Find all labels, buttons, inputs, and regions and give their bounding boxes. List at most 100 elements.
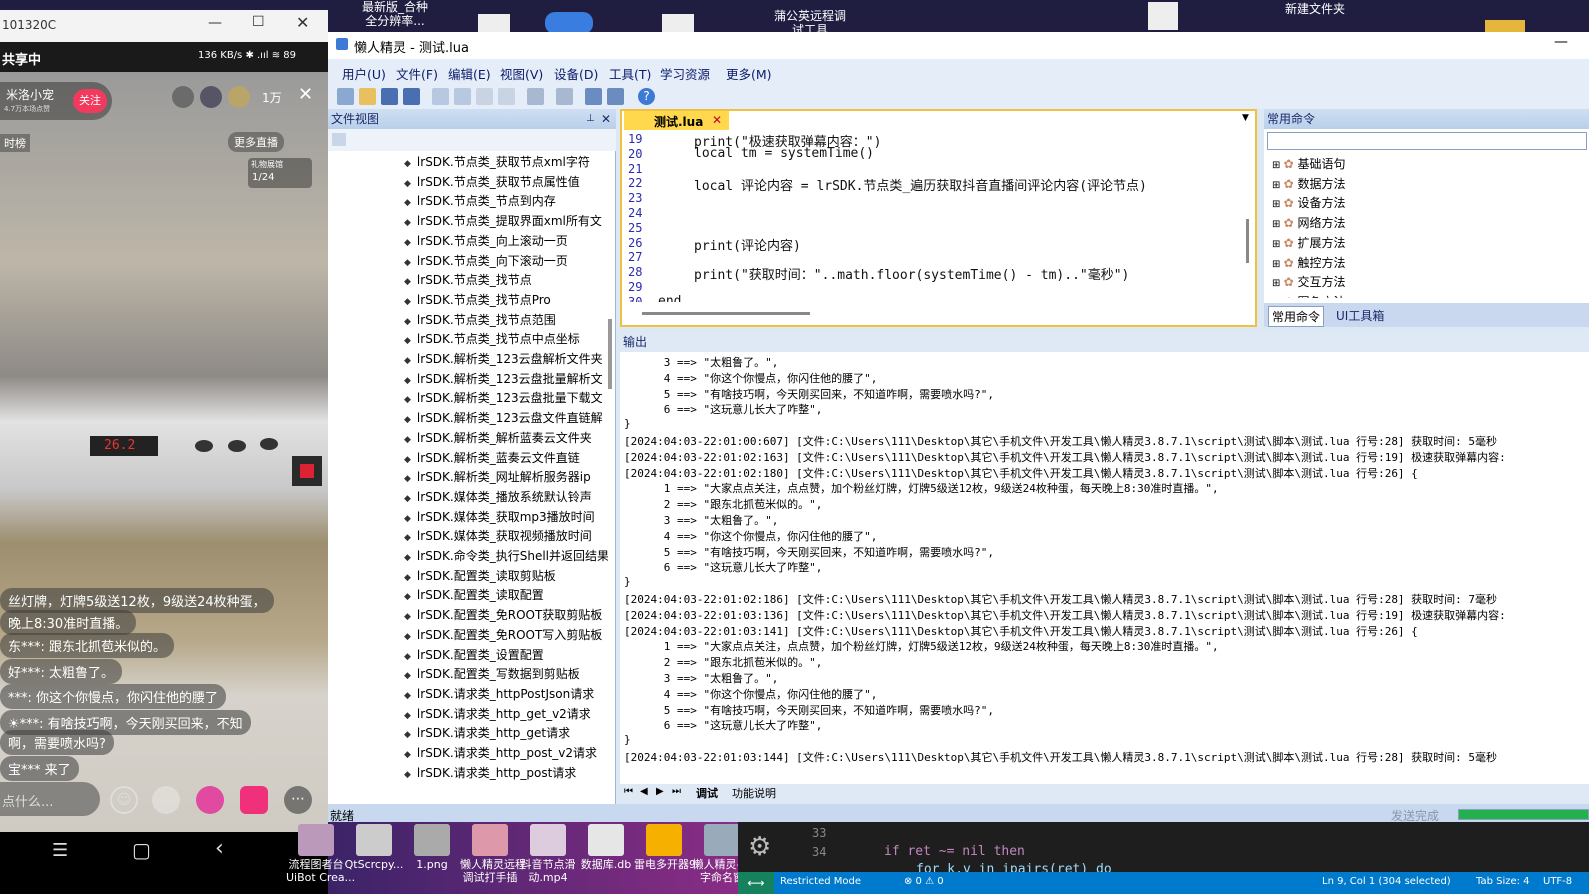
tree-item[interactable]: lrSDK.解析类_解析蓝奏云文件夹 (404, 429, 592, 446)
file-icon[interactable] (662, 14, 694, 34)
editor-scrollbar[interactable] (1246, 219, 1249, 263)
tab-common-commands[interactable]: 常用命令 (1268, 306, 1325, 327)
properties-icon[interactable] (332, 133, 346, 146)
desktop-file-icon[interactable]: QtScrcpy... (344, 822, 404, 871)
more-icon[interactable]: ⋯ (284, 786, 312, 814)
tree-scrollbar[interactable] (608, 319, 612, 389)
menu-user[interactable]: 用户(U) (342, 64, 386, 83)
live-video[interactable]: 米洛小宠 4.7万本场点赞 关注 1万 ✕ 时榜 更多直播 礼物展馆 1/24 … (0, 72, 328, 832)
tree-item[interactable]: lrSDK.配置类_写数据到剪贴板 (404, 665, 580, 682)
remote-icon[interactable]: ⟷ (738, 872, 774, 894)
tree-item[interactable]: lrSDK.解析类_123云盘批量下载文 (404, 389, 603, 406)
viewer-avatar[interactable] (228, 86, 250, 108)
command-category[interactable]: ⊞ ✿ 网络方法 (1272, 214, 1345, 231)
tree-item[interactable]: lrSDK.解析类_123云盘文件直链解 (404, 409, 603, 426)
menu-more[interactable]: 更多(M) (726, 64, 772, 83)
tree-item[interactable]: lrSDK.节点类_向上滚动一页 (404, 232, 568, 249)
tree-item[interactable]: lrSDK.请求类_http_post请求 (404, 764, 576, 781)
encoding[interactable]: UTF-8 (1543, 876, 1572, 887)
code-area[interactable]: 19 print("极速获取弹幕内容：") 20 local tm = systemT… (622, 132, 1242, 302)
editor-hscrollbar[interactable] (642, 312, 810, 315)
problems-count[interactable]: ⊗ 0 ⚠ 0 (904, 876, 944, 887)
paste-icon[interactable] (527, 88, 544, 105)
settings-gear-icon[interactable]: ⚙ (748, 832, 771, 862)
camera-icon[interactable] (607, 88, 624, 105)
nav-next-icon[interactable]: ▶ (656, 786, 664, 797)
tree-item[interactable]: lrSDK.命令类_执行Shell并返回结果 (404, 547, 608, 564)
rank-tag[interactable]: 时榜 (0, 134, 30, 152)
tree-item[interactable]: lrSDK.媒体类_播放系统默认铃声 (404, 488, 592, 505)
code-editor[interactable]: 19 print("极速获取弹幕内容：") 20 local tm = systemT… (620, 109, 1257, 327)
tree-item[interactable]: lrSDK.配置类_设置配置 (404, 646, 544, 663)
tree-item[interactable]: lrSDK.节点类_获取节点属性值 (404, 173, 580, 190)
emoji-icon[interactable]: ☺ (110, 786, 138, 814)
code-line[interactable]: print("获取时间："..math.floor(systemTime() -… (694, 264, 1129, 283)
tree-item[interactable]: lrSDK.节点类_找节点Pro (404, 291, 551, 308)
command-search-input[interactable] (1267, 132, 1587, 150)
code-line[interactable]: local tm = systemTime() (694, 146, 874, 161)
nav-last-icon[interactable]: ⏭ (672, 786, 681, 797)
pin-icon[interactable]: ⊥ (586, 109, 595, 129)
expand-icon[interactable]: ⊞ (1272, 160, 1284, 171)
new-icon[interactable] (337, 88, 354, 105)
desktop-icon[interactable]: 最新版_合种 全分辨率... (340, 0, 450, 28)
fan-club-icon[interactable] (240, 786, 268, 814)
streamer-card[interactable]: 米洛小宠 4.7万本场点赞 关注 (0, 82, 112, 120)
menu-file[interactable]: 文件(F) (396, 64, 438, 83)
minimize-icon[interactable]: — (208, 15, 222, 31)
save-icon[interactable] (381, 88, 398, 105)
copy-icon[interactable] (498, 88, 515, 105)
tree-item[interactable]: lrSDK.请求类_httpPostJson请求 (404, 685, 594, 702)
nav-prev-icon[interactable]: ◀ (640, 786, 648, 797)
command-category[interactable]: ⊞ ✿ 基础语句 (1272, 155, 1345, 172)
follow-button[interactable]: 关注 (73, 89, 107, 113)
desktop-file-icon[interactable]: 数据库.db (576, 822, 636, 871)
code-line[interactable]: print(评论内容) (694, 235, 801, 254)
command-category[interactable]: ⊞ ✿ 扩展方法 (1272, 234, 1345, 251)
tab-function-help[interactable]: 功能说明 (732, 785, 776, 801)
viewer-count[interactable]: 1万 (262, 89, 282, 106)
cut-icon[interactable] (476, 88, 493, 105)
tab-ui-toolbox[interactable]: UI工具箱 (1336, 307, 1384, 324)
viewer-avatar[interactable] (172, 86, 194, 108)
menu-icon[interactable]: ☰ (52, 840, 68, 861)
more-live-button[interactable]: 更多直播 (228, 132, 284, 152)
command-category[interactable]: ⊞ ✿ 触控方法 (1272, 254, 1345, 271)
device-icon[interactable] (585, 88, 602, 105)
back-icon[interactable]: ‹ (215, 836, 224, 861)
tree-item[interactable]: lrSDK.解析类_蓝奏云文件直链 (404, 449, 580, 466)
tree-item[interactable]: lrSDK.媒体类_获取mp3播放时间 (404, 508, 595, 525)
cursor-position[interactable]: Ln 9, Col 1 (304 selected) (1322, 876, 1451, 887)
maximize-icon[interactable]: ☐ (252, 14, 265, 30)
record-button[interactable] (292, 456, 322, 486)
tree-item[interactable]: lrSDK.配置类_免ROOT获取剪贴板 (404, 606, 602, 623)
command-category[interactable]: ⊞ ✿ 图色方法 (1272, 293, 1345, 298)
save-all-icon[interactable] (403, 88, 420, 105)
menu-learning[interactable]: 学习资源 (660, 64, 710, 83)
tree-item[interactable]: lrSDK.配置类_免ROOT写入剪贴板 (404, 626, 602, 643)
minimize-icon[interactable]: — (1554, 34, 1568, 50)
expand-icon[interactable]: ⊞ (1272, 180, 1284, 191)
desktop-file-icon[interactable]: 雷电多开器9 (634, 822, 696, 871)
tree-item[interactable]: lrSDK.请求类_http_get请求 (404, 724, 570, 741)
tree-item[interactable]: lrSDK.解析类_123云盘解析文件夹 (404, 350, 603, 367)
menu-edit[interactable]: 编辑(E) (448, 64, 491, 83)
desktop-file-icon[interactable]: 懒人精灵远程 调试打手插 (460, 822, 526, 884)
tree-item[interactable]: lrSDK.请求类_http_get_v2请求 (404, 705, 591, 722)
document-icon[interactable] (1148, 2, 1178, 30)
redo-icon[interactable] (454, 88, 471, 105)
code-line[interactable]: end (658, 294, 681, 302)
nav-first-icon[interactable]: ⏮ (624, 786, 633, 797)
viewer-avatar[interactable] (200, 86, 222, 108)
expand-icon[interactable]: ⊞ (1272, 239, 1284, 250)
tree-item[interactable]: lrSDK.节点类_找节点 (404, 271, 532, 288)
tab-dropdown-icon[interactable]: ▼ (1242, 113, 1249, 123)
comment-input[interactable]: 点什么... (0, 782, 100, 816)
tree-item[interactable]: lrSDK.节点类_获取节点xml字符 (404, 153, 590, 170)
gift-icon[interactable] (196, 786, 224, 814)
menu-tools[interactable]: 工具(T) (609, 64, 651, 83)
restricted-mode[interactable]: Restricted Mode (780, 876, 861, 887)
format-icon[interactable] (556, 88, 573, 105)
open-icon[interactable] (359, 88, 376, 105)
tree-item[interactable]: lrSDK.解析类_123云盘批量解析文 (404, 370, 603, 387)
